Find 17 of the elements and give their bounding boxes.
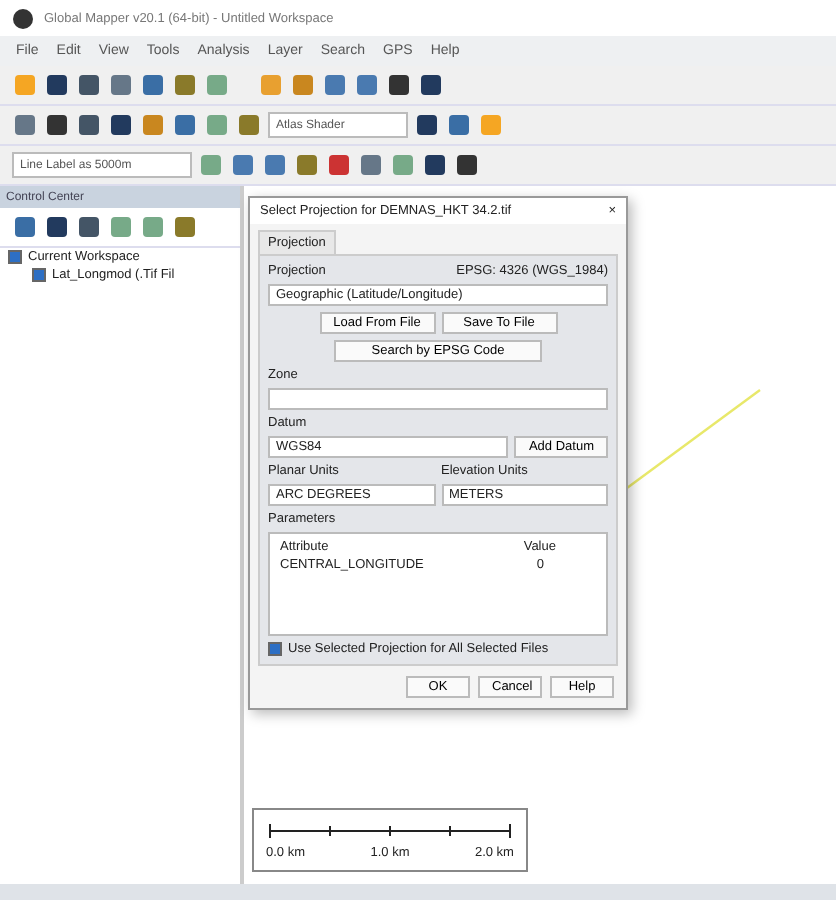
toolbar-icon[interactable] [12, 214, 38, 240]
toolbar-icon[interactable] [76, 112, 102, 138]
toolbar-icon[interactable] [76, 214, 102, 240]
toolbar-icon[interactable] [44, 112, 70, 138]
layer-checkbox[interactable] [8, 250, 22, 264]
toolbar-icon[interactable] [108, 112, 134, 138]
app-icon [10, 5, 36, 31]
toolbar-icon[interactable] [44, 214, 70, 240]
toolbar-icon[interactable] [44, 72, 70, 98]
toolbar-icon[interactable] [76, 72, 102, 98]
toolbar-icon[interactable] [414, 112, 440, 138]
toolbar-icon[interactable] [454, 152, 480, 178]
toolbar-icon[interactable] [386, 72, 412, 98]
toolbar-icon[interactable] [418, 72, 444, 98]
checkbox[interactable] [268, 642, 282, 656]
layer-checkbox[interactable] [32, 268, 46, 282]
toolbar-icon[interactable] [422, 152, 448, 178]
